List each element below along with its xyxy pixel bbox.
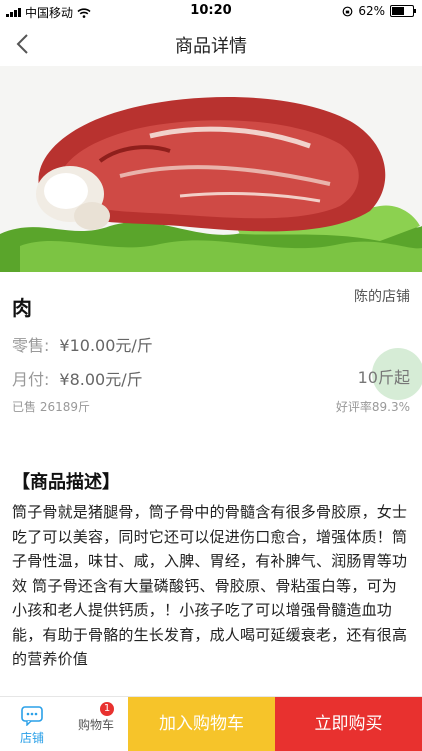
monthly-price: ¥8.00元/斤	[59, 370, 143, 389]
add-to-cart-button[interactable]: 加入购物车	[128, 697, 275, 751]
bottom-action-bar: 店铺 1 购物车 加入购物车 立即购买	[0, 696, 422, 751]
retail-label: 零售:	[12, 336, 50, 355]
product-info: 肉 陈的店铺 零售: ¥10.00元/斤 月付: ¥8.00元/斤 10斤起 已售 …	[0, 272, 422, 422]
sold-count: 已售 26189斤	[12, 400, 90, 414]
buy-now-button[interactable]: 立即购买	[275, 697, 422, 751]
description-body: 筒子骨就是猪腿骨，筒子骨中的骨髓含有很多骨胶原，女士吃了可以美容，同时它还可以促…	[12, 503, 408, 668]
orientation-lock-icon	[342, 6, 353, 16]
navigation-bar: 商品详情	[0, 22, 422, 66]
battery-icon	[390, 5, 416, 17]
product-image	[0, 66, 422, 272]
good-rating: 好评率89.3%	[335, 400, 410, 414]
product-name: 肉	[12, 296, 32, 320]
meat-image	[0, 66, 422, 272]
cart-tab[interactable]: 1 购物车	[64, 697, 128, 751]
minimum-quantity: 10斤起	[357, 368, 410, 387]
product-description: 【商品描述】 筒子骨就是猪腿骨，筒子骨中的骨髓含有很多骨胶原，女士吃了可以美容，…	[12, 468, 412, 672]
retail-price-row: 零售: ¥10.00元/斤	[12, 332, 153, 356]
store-tab[interactable]: 店铺	[0, 697, 64, 751]
system-status: 62%	[342, 4, 416, 18]
cart-badge: 1	[100, 702, 114, 716]
store-tab-label: 店铺	[19, 731, 44, 745]
shop-name[interactable]: 陈的店铺	[354, 286, 410, 306]
monthly-label: 月付:	[12, 370, 50, 389]
chat-icon	[21, 706, 43, 726]
page-title: 商品详情	[175, 36, 247, 57]
cart-tab-label: 购物车	[77, 718, 114, 732]
status-bar: 中国移动 10:20 62%	[0, 0, 422, 22]
battery-percent: 62%	[358, 4, 385, 18]
description-title: 【商品描述】	[12, 472, 120, 493]
retail-price: ¥10.00元/斤	[59, 336, 153, 355]
monthly-price-row: 月付: ¥8.00元/斤	[12, 366, 143, 390]
